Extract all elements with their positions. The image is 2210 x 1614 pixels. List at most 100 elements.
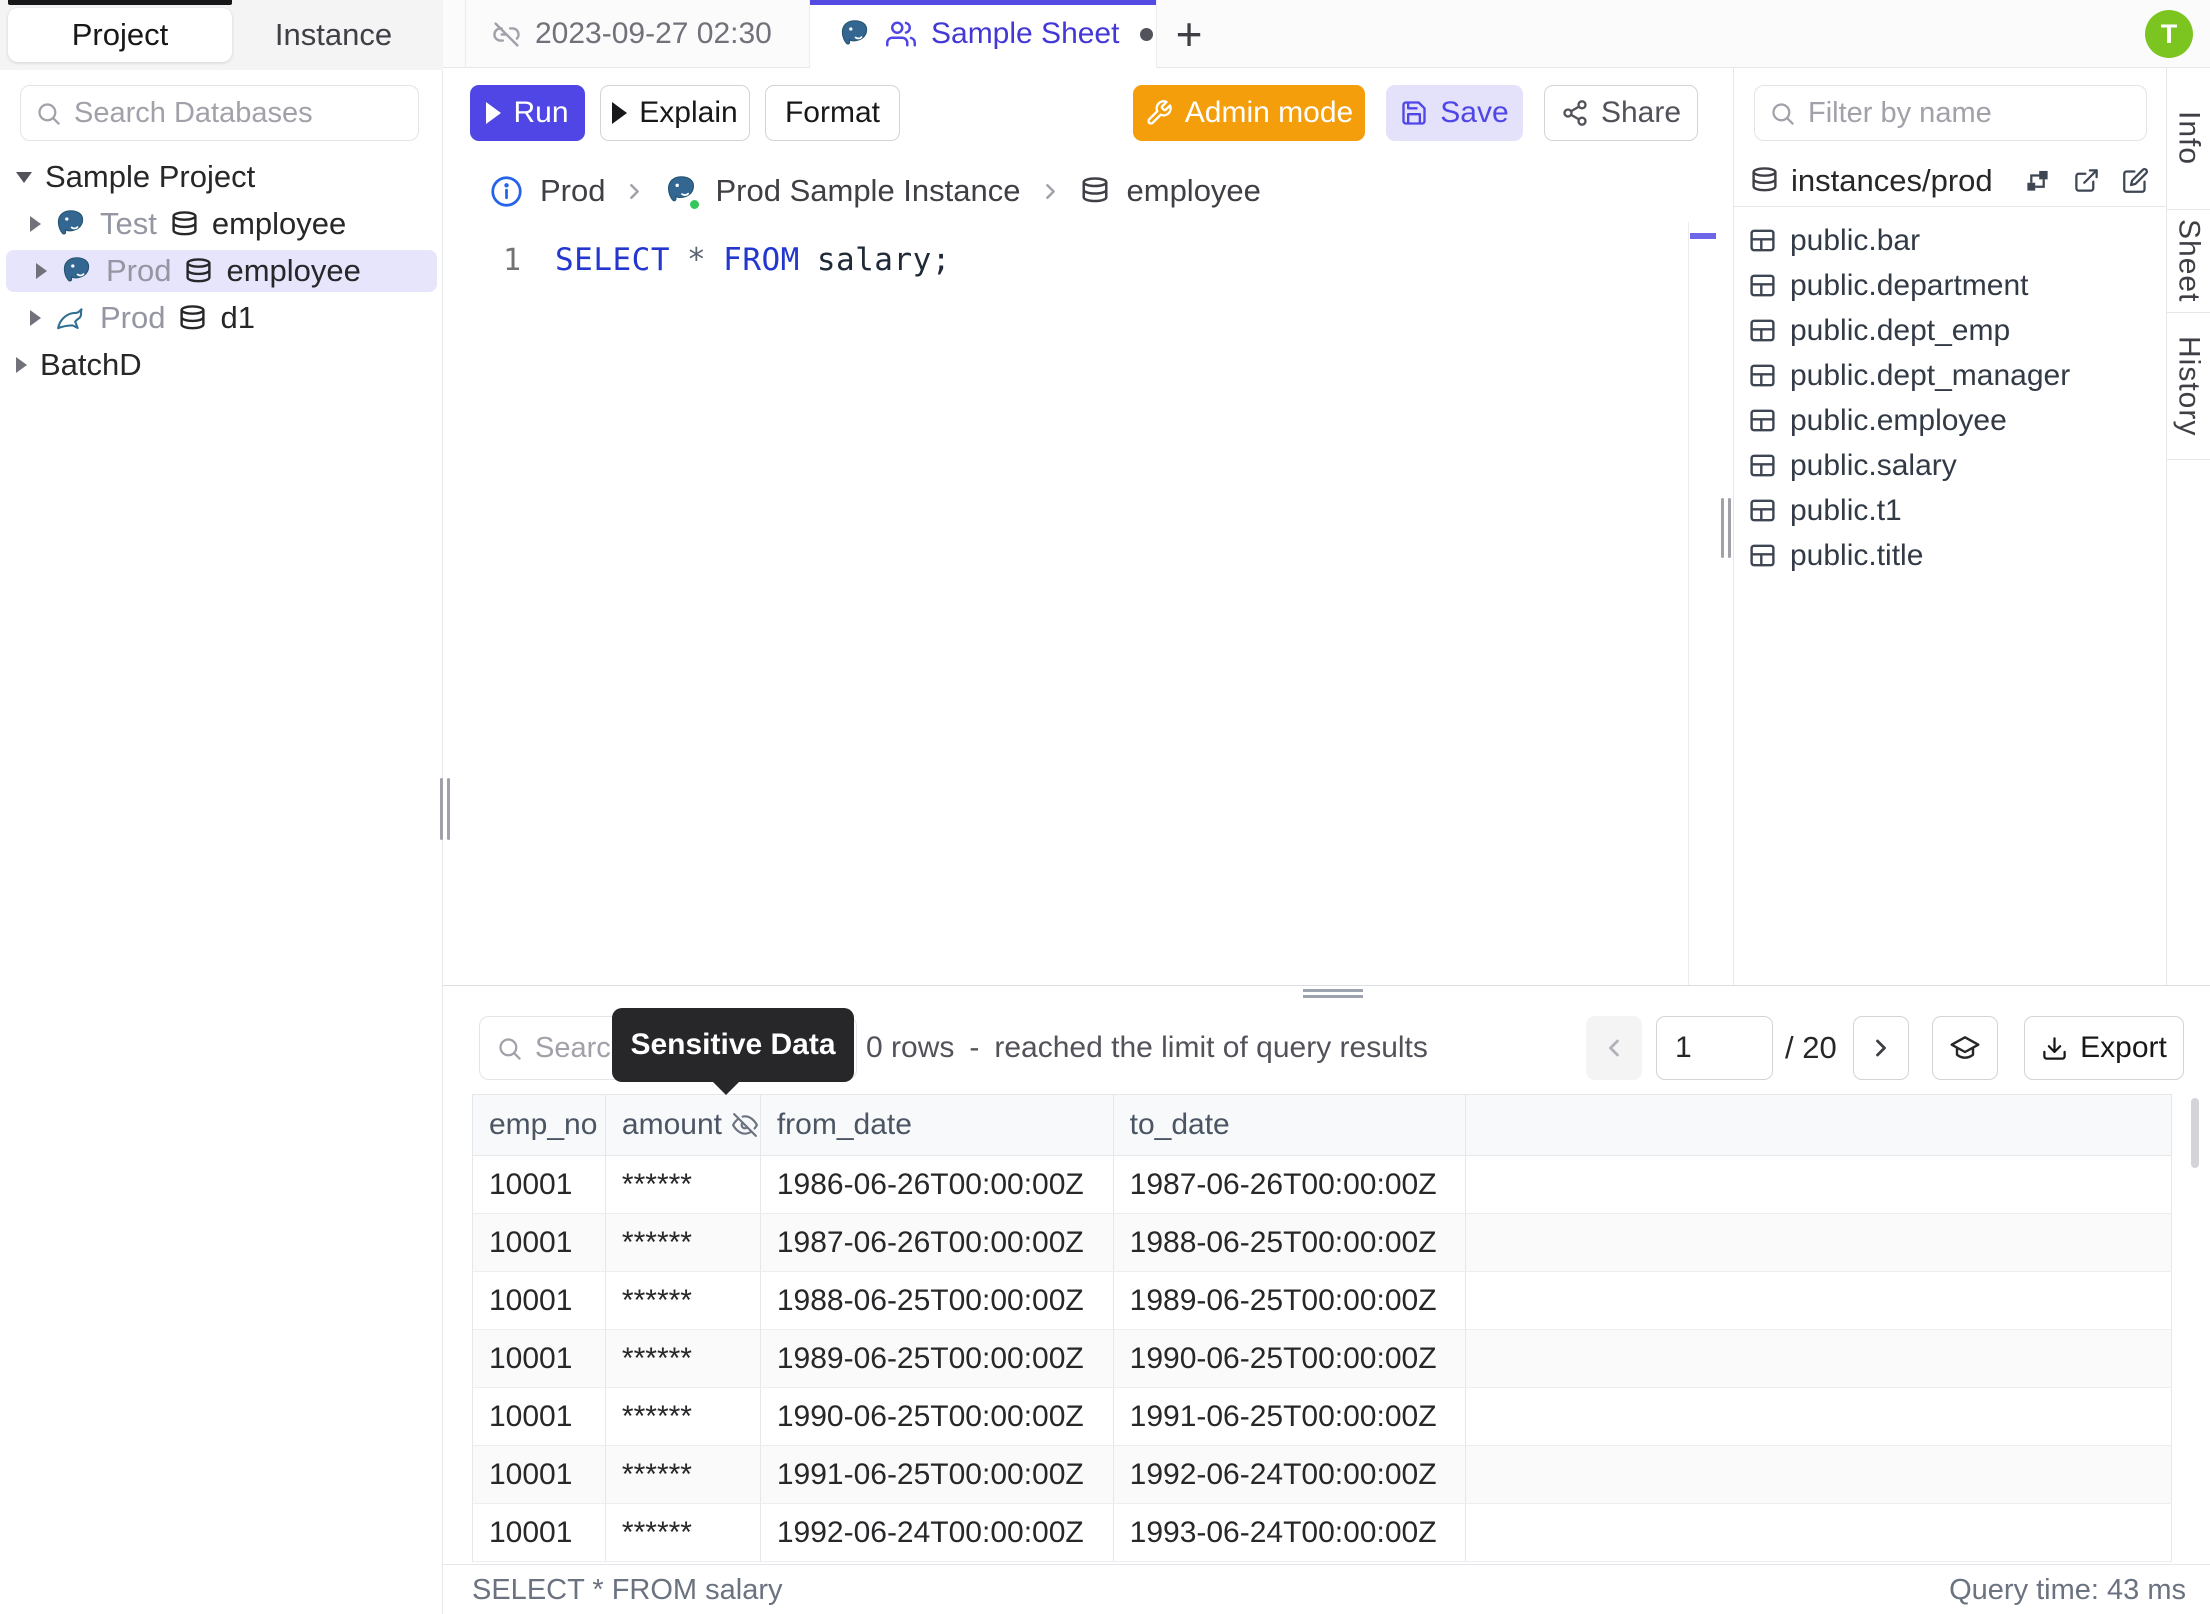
save-button[interactable]: Save (1386, 85, 1523, 141)
database-search-input[interactable] (74, 96, 418, 130)
cell: 10001 (473, 1156, 606, 1213)
table-list-item[interactable]: public.salary (1734, 443, 2167, 488)
sheet-tab-unsaved[interactable]: 2023-09-27 02:30 (465, 0, 810, 68)
column-header-from-date[interactable]: from_date (761, 1095, 1114, 1155)
data-access-button[interactable] (1932, 1016, 1998, 1080)
column-header-amount[interactable]: amount (606, 1095, 761, 1155)
sql-editor-app: Project Instance Sample Project Test e (0, 0, 2210, 1614)
share-button[interactable]: Share (1544, 85, 1698, 141)
database-search[interactable] (20, 85, 419, 141)
table-list-item[interactable]: public.t1 (1734, 488, 2167, 533)
sql-operator: * (686, 242, 707, 278)
table-list-item[interactable]: public.employee (1734, 398, 2167, 443)
table-name: public.dept_manager (1790, 358, 2071, 392)
side-tab-sheet[interactable]: Sheet (2167, 210, 2210, 313)
table-row[interactable]: 10001 ****** 1989-06-25T00:00:00Z 1990-0… (472, 1330, 2173, 1388)
table-filter-input[interactable] (1808, 96, 2146, 130)
tab-instance[interactable]: Instance (232, 8, 435, 62)
cell: 10001 (473, 1504, 606, 1561)
database-icon (184, 257, 213, 286)
side-tab-history[interactable]: History (2167, 313, 2210, 460)
table-list-item[interactable]: public.dept_manager (1734, 353, 2167, 398)
query-time: Query time: 43 ms (1949, 1574, 2186, 1606)
editor-toolbar: Run Explain Format Admin mode Save Share (443, 68, 1736, 152)
editor-code-area[interactable]: 1 SELECT * FROM salary; (443, 238, 1736, 282)
edit-icon[interactable] (2122, 167, 2149, 194)
link-off-icon (492, 20, 521, 49)
tooltip-arrow (712, 1081, 740, 1095)
tree-item-project[interactable]: Sample Project (0, 156, 443, 198)
table-list-item[interactable]: public.department (1734, 263, 2167, 308)
cell: 1987-06-26T00:00:00Z (1114, 1156, 1467, 1213)
side-tab-info[interactable]: Info (2167, 68, 2210, 210)
page-number-input[interactable] (1656, 1016, 1773, 1080)
schema-root-row[interactable]: instances/prod (1734, 155, 2167, 207)
panel-resize-handle[interactable] (1721, 498, 1724, 558)
tree-item-test-employee[interactable]: Test employee (0, 203, 443, 245)
export-button[interactable]: Export (2024, 1016, 2184, 1080)
save-icon (1400, 99, 1428, 127)
sql-identifier: salary; (816, 242, 951, 278)
environment-label: Test (100, 206, 157, 241)
admin-mode-label: Admin mode (1184, 96, 1354, 129)
database-label: employee (226, 253, 361, 288)
minimap-code-line (1690, 233, 1716, 239)
table-filter[interactable] (1754, 85, 2147, 141)
table-list-item[interactable]: public.dept_emp (1734, 308, 2167, 353)
table-name: public.bar (1790, 223, 1921, 257)
next-page-button[interactable] (1853, 1016, 1909, 1080)
results-resize-handle[interactable] (1303, 989, 1363, 992)
side-tab-label: Sheet (2172, 219, 2206, 303)
sidebar-tab-bar: Project Instance (0, 0, 443, 70)
run-button[interactable]: Run (470, 85, 585, 141)
format-button[interactable]: Format (765, 85, 900, 141)
scrollbar-thumb[interactable] (2191, 1098, 2199, 1168)
results-resize-handle[interactable] (1303, 995, 1363, 998)
table-row[interactable]: 10001 ****** 1986-06-26T00:00:00Z 1987-0… (472, 1156, 2173, 1214)
table-row[interactable]: 10001 ****** 1991-06-25T00:00:00Z 1992-0… (472, 1446, 2173, 1504)
tab-project[interactable]: Project (8, 8, 232, 62)
editor-minimap[interactable] (1688, 222, 1716, 985)
eye-off-icon[interactable] (732, 1112, 758, 1138)
caret-right-icon (30, 310, 41, 326)
results-panel: Sensitive Data 0 rows - reached the limi… (443, 985, 2210, 1614)
panel-resize-handle[interactable] (1728, 498, 1731, 558)
avatar[interactable]: T (2145, 10, 2193, 58)
column-header-emp-no[interactable]: emp_no (473, 1095, 606, 1155)
column-header-to-date[interactable]: to_date (1114, 1095, 1467, 1155)
info-icon[interactable] (490, 175, 523, 208)
explain-button[interactable]: Explain (600, 85, 750, 141)
prev-page-button[interactable] (1586, 1016, 1642, 1080)
sql-statement: SELECT * FROM salary; (521, 242, 951, 278)
table-row[interactable]: 10001 ****** 1990-06-25T00:00:00Z 1991-0… (472, 1388, 2173, 1446)
sidebar-resize-handle[interactable] (447, 778, 450, 840)
table-row[interactable]: 10001 ****** 1988-06-25T00:00:00Z 1989-0… (472, 1272, 2173, 1330)
breadcrumb-database[interactable]: employee (1127, 173, 1261, 209)
cell-masked: ****** (606, 1214, 761, 1271)
tree-item-prod-d1[interactable]: Prod d1 (0, 297, 443, 339)
table-list-item[interactable]: public.title (1734, 533, 2167, 578)
cell-masked: ****** (606, 1330, 761, 1387)
table-row[interactable]: 10001 ****** 1987-06-26T00:00:00Z 1988-0… (472, 1214, 2173, 1272)
breadcrumb-environment[interactable]: Prod (540, 173, 605, 209)
database-label: d1 (220, 300, 255, 335)
sheet-tab-active[interactable]: Sample Sheet (810, 0, 1157, 68)
admin-mode-button[interactable]: Admin mode (1133, 85, 1365, 141)
external-link-icon[interactable] (2073, 167, 2100, 194)
schema-diagram-icon[interactable] (2024, 167, 2051, 194)
download-icon (2041, 1035, 2068, 1062)
table-name: public.dept_emp (1790, 313, 2011, 347)
search-icon (1769, 100, 1796, 127)
cell: 1988-06-25T00:00:00Z (761, 1272, 1114, 1329)
add-sheet-button[interactable]: + (1165, 8, 1213, 60)
breadcrumb-instance[interactable]: Prod Sample Instance (715, 173, 1020, 209)
table-list-item[interactable]: public.bar (1734, 218, 2167, 263)
sidebar-resize-handle[interactable] (440, 778, 443, 840)
table-list: public.bar public.department public.dept… (1734, 218, 2167, 578)
cell-empty (1466, 1272, 2173, 1329)
tree-item-batchd[interactable]: BatchD (0, 344, 443, 386)
explain-label: Explain (639, 96, 738, 129)
cell-empty (1466, 1156, 2173, 1213)
tree-item-prod-employee[interactable]: Prod employee (0, 250, 443, 292)
table-row[interactable]: 10001 ****** 1992-06-24T00:00:00Z 1993-0… (472, 1504, 2173, 1562)
